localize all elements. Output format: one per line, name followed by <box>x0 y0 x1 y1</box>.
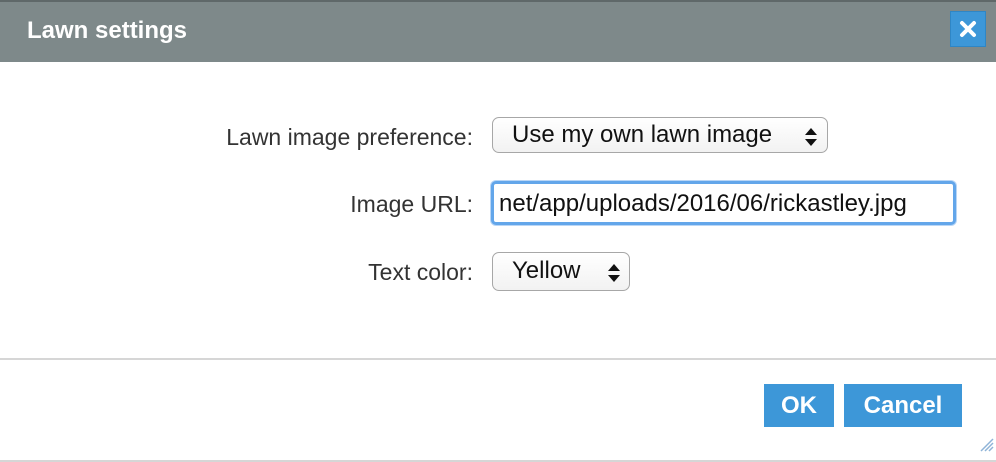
lawn-preference-label: Lawn image preference: <box>226 124 473 150</box>
text-color-value: Yellow <box>512 257 581 284</box>
cancel-button[interactable]: Cancel <box>844 384 962 427</box>
image-url-row: Image URL: net/app/uploads/2016/06/ricka… <box>0 181 996 227</box>
text-color-row: Text color: Yellow <box>0 252 996 292</box>
select-arrows-icon <box>608 264 620 282</box>
lawn-settings-dialog: Lawn settings Lawn image preference: Use… <box>0 0 996 462</box>
dialog-titlebar[interactable]: Lawn settings <box>0 0 996 62</box>
dialog-title: Lawn settings <box>27 17 188 44</box>
text-color-label: Text color: <box>368 259 473 285</box>
image-url-label: Image URL: <box>350 191 473 217</box>
footer-divider <box>0 358 996 360</box>
lawn-preference-select[interactable]: Use my own lawn image <box>492 117 828 153</box>
lawn-preference-row: Lawn image preference: Use my own lawn i… <box>0 117 996 157</box>
lawn-preference-value: Use my own lawn image <box>512 121 773 148</box>
resize-grip-icon[interactable] <box>978 436 994 452</box>
close-button[interactable] <box>950 11 986 47</box>
ok-button[interactable]: OK <box>764 384 834 427</box>
text-color-select[interactable]: Yellow <box>492 252 630 291</box>
select-arrows-icon <box>805 128 817 146</box>
close-icon <box>960 21 976 37</box>
image-url-input[interactable]: net/app/uploads/2016/06/rickastley.jpg <box>491 181 956 225</box>
image-url-value: net/app/uploads/2016/06/rickastley.jpg <box>499 190 907 217</box>
